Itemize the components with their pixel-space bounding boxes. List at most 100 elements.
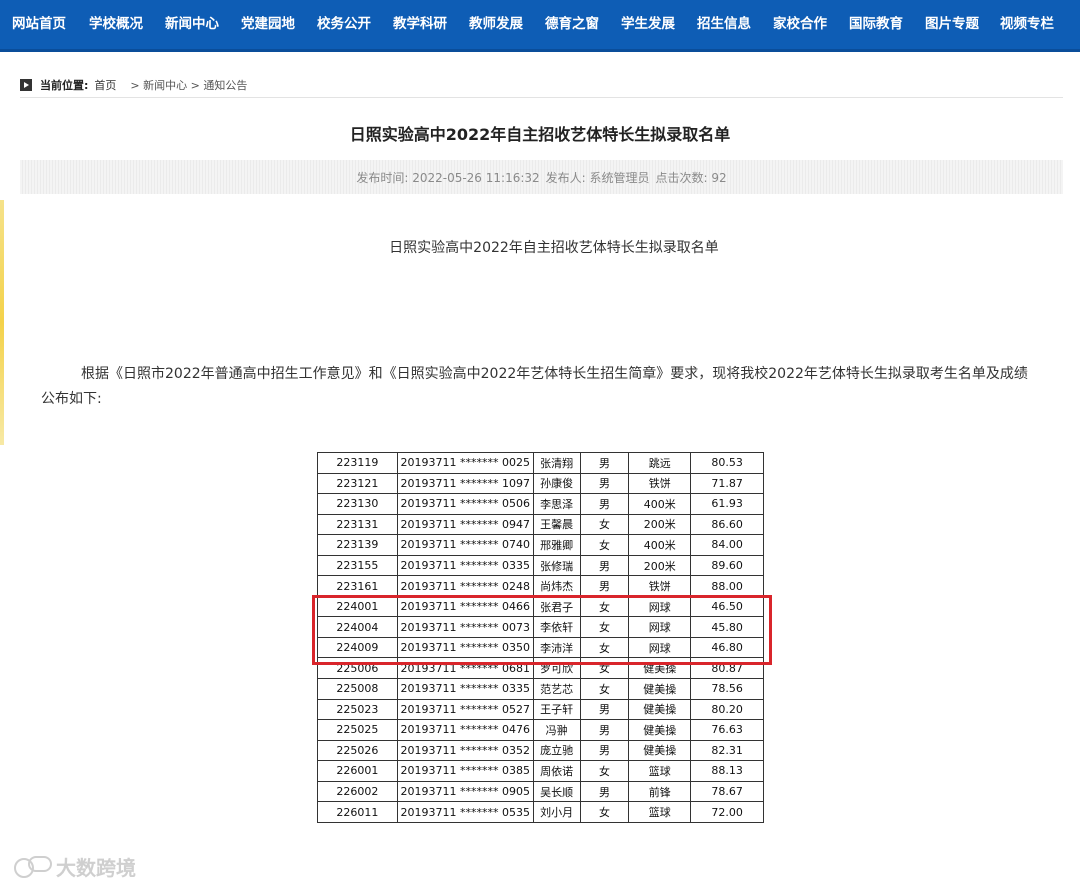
table-cell: 20193711 ******* 0385 — [396, 760, 534, 782]
table-cell: 84.00 — [690, 534, 764, 556]
table-cell: 88.00 — [690, 575, 764, 597]
table-cell: 前锋 — [628, 780, 692, 803]
table-cell: 225023 — [317, 698, 398, 721]
table-cell: 健美操 — [628, 657, 692, 680]
table-cell: 86.60 — [690, 513, 764, 536]
table-cell: 健美操 — [628, 719, 692, 741]
table-cell: 226002 — [317, 780, 398, 803]
nav-item[interactable]: 校务公开 — [306, 0, 382, 49]
nav-item[interactable]: 国际教育 — [838, 0, 914, 49]
table-cell: 女 — [579, 657, 630, 680]
nav-item[interactable]: 家校合作 — [762, 0, 838, 49]
table-cell: 80.53 — [690, 452, 764, 474]
admission-table: 223119 20193711 ******* 0025 张清翔男跳远 80.53 22… — [317, 452, 764, 823]
nav-item[interactable]: 学生发展 — [610, 0, 686, 49]
table-cell: 张君子 — [532, 595, 581, 618]
table-cell: 225026 — [317, 739, 398, 762]
table-cell: 223161 — [317, 575, 398, 597]
table-row: 224001 20193711 ******* 0466 张君子女网球 46.50 — [317, 595, 764, 618]
nav-item[interactable]: 视频专栏 — [990, 0, 1064, 49]
table-row: 223121 20193711 ******* 1097 孙康俊男铁饼 71.87 — [317, 472, 764, 495]
nav-item[interactable]: 新闻中心 — [154, 0, 230, 49]
table-row: 225006 20193711 ******* 0681 罗可欣女健美操 80.87 — [317, 657, 764, 680]
table-cell: 223139 — [317, 534, 398, 556]
table-cell: 226011 — [317, 801, 398, 823]
table-cell: 20193711 ******* 0527 — [396, 698, 534, 721]
table-cell: 80.87 — [690, 657, 764, 680]
table-row: 223139 20193711 ******* 0740 邢雅卿女 400米 84.00 — [317, 534, 764, 556]
table-cell: 200米 — [628, 554, 692, 577]
article-subtitle: 日照实验高中2022年自主招收艺体特长生拟录取名单 — [389, 240, 719, 256]
table-cell: 罗可欣 — [532, 657, 581, 680]
table-row: 223119 20193711 ******* 0025 张清翔男跳远 80.53 — [317, 452, 764, 474]
table-row: 226002 20193711 ******* 0905 吴长顺男前锋 78.67 — [317, 780, 764, 803]
publish-time: 发布时间: 2022-05-26 11:16:32 — [356, 170, 540, 185]
table-cell: 李沛洋 — [532, 636, 581, 659]
top-navigation: 网站首页 学校概况 新闻中心 党建园地 校务公开 教学科研 教师发展 德育之窗 学生发展 招生信息… — [0, 0, 1080, 52]
table-cell: 88.13 — [690, 760, 764, 782]
table-row: 223155 20193711 ******* 0335 张修瑞男 200米 89.60 — [317, 554, 764, 577]
table-cell: 男 — [579, 780, 630, 803]
table-cell: 400米 — [628, 493, 692, 515]
article-meta-bar: 发布时间: 2022-05-26 11:16:32 发布人: 系统管理员 点击次… — [20, 160, 1063, 194]
table-cell: 46.80 — [690, 636, 764, 659]
table-row: 225026 20193711 ******* 0352 庞立驰男健美操 82.31 — [317, 739, 764, 762]
table-cell: 200米 — [628, 513, 692, 536]
table-cell: 89.60 — [690, 554, 764, 577]
table-cell: 网球 — [628, 595, 692, 618]
table-cell: 吴长顺 — [532, 780, 581, 803]
breadcrumb: 当前位置: 首页 > 新闻中心 > 通知公告 — [20, 72, 1063, 98]
table-cell: 20193711 ******* 0350 — [396, 636, 534, 659]
breadcrumb-path[interactable]: > 新闻中心 > 通知公告 — [130, 77, 247, 93]
watermark: 大数跨境 — [14, 852, 136, 881]
table-row: 223131 20193711 ******* 0947 王馨晨女 200米 86.60 — [317, 513, 764, 536]
table-cell: 20193711 ******* 0506 — [396, 493, 534, 515]
nav-item[interactable]: 教学科研 — [382, 0, 458, 49]
table-cell: 女 — [579, 534, 630, 556]
table-cell: 223131 — [317, 513, 398, 536]
table-cell: 20193711 ******* 1097 — [396, 472, 534, 495]
nav-item[interactable]: 网站首页 — [0, 0, 78, 49]
table-cell: 尚炜杰 — [532, 575, 581, 597]
table-cell: 224009 — [317, 636, 398, 659]
table-cell: 男 — [579, 452, 630, 474]
nav-item[interactable]: 党建园地 — [230, 0, 306, 49]
table-cell: 女 — [579, 616, 630, 638]
table-cell: 邢雅卿 — [532, 534, 581, 556]
table-cell: 孙康俊 — [532, 472, 581, 495]
table-cell: 男 — [579, 472, 630, 495]
table-cell: 网球 — [628, 636, 692, 659]
nav-item[interactable]: 图片专题 — [914, 0, 990, 49]
table-row: 225025 20193711 ******* 0476 冯翀男健美操 76.63 — [317, 719, 764, 741]
table-cell: 20193711 ******* 0352 — [396, 739, 534, 762]
nav-item[interactable]: 招生信息 — [686, 0, 762, 49]
table-cell: 20193711 ******* 0466 — [396, 595, 534, 618]
table-cell: 45.80 — [690, 616, 764, 638]
table-row: 223161 20193711 ******* 0248 尚炜杰男铁饼 88.00 — [317, 575, 764, 597]
table-cell: 20193711 ******* 0335 — [396, 554, 534, 577]
table-cell: 20193711 ******* 0740 — [396, 534, 534, 556]
table-cell: 铁饼 — [628, 472, 692, 495]
table-cell: 篮球 — [628, 760, 692, 782]
table-cell: 张清翔 — [532, 452, 581, 474]
nav-item[interactable]: 教师发展 — [458, 0, 534, 49]
table-cell: 女 — [579, 760, 630, 782]
breadcrumb-home-link[interactable]: 首页 — [94, 77, 116, 93]
table-cell: 20193711 ******* 0476 — [396, 719, 534, 741]
table-cell: 健美操 — [628, 698, 692, 721]
table-cell: 男 — [579, 739, 630, 762]
nav-item[interactable]: 德育之窗 — [534, 0, 610, 49]
table-cell: 20193711 ******* 0335 — [396, 678, 534, 700]
table-cell: 226001 — [317, 760, 398, 782]
table-cell: 男 — [579, 719, 630, 741]
table-cell: 庞立驰 — [532, 739, 581, 762]
table-cell: 张修瑞 — [532, 554, 581, 577]
table-cell: 20193711 ******* 0248 — [396, 575, 534, 597]
table-row: 225023 20193711 ******* 0527 王子轩男健美操 80.20 — [317, 698, 764, 721]
table-cell: 女 — [579, 513, 630, 536]
table-cell: 健美操 — [628, 739, 692, 762]
table-row: 223130 20193711 ******* 0506 李思泽男 400米 61.93 — [317, 493, 764, 515]
location-icon — [20, 78, 32, 91]
nav-item[interactable]: 学校概况 — [78, 0, 154, 49]
watermark-logo-icon — [14, 855, 52, 878]
